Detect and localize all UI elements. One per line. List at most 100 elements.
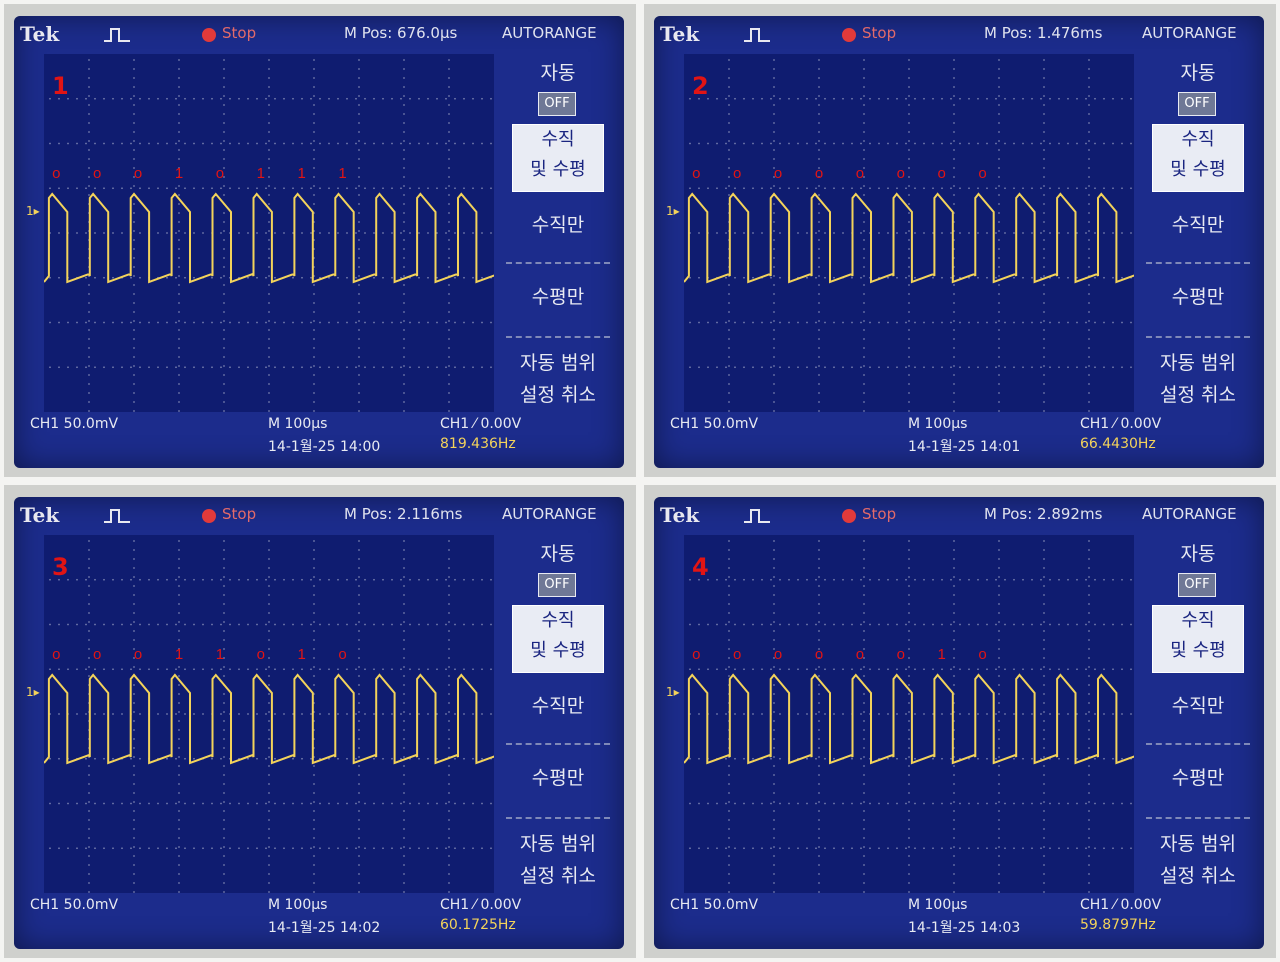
bit-annotation: 1 xyxy=(298,165,306,182)
auto-off-button[interactable]: OFF xyxy=(1178,573,1216,597)
graticule-dot xyxy=(268,95,270,97)
graticule-dot xyxy=(76,847,78,850)
graticule-dot xyxy=(1088,374,1090,376)
graticule-dot xyxy=(953,792,955,794)
graticule-dot xyxy=(797,366,799,369)
graticule-dot xyxy=(818,738,820,740)
graticule-dot xyxy=(905,578,907,581)
horizontal-only-button[interactable]: 수평만 xyxy=(498,767,618,789)
vertical-only-button[interactable]: 수직만 xyxy=(498,214,618,236)
graticule-dot xyxy=(403,855,405,857)
graticule-dot xyxy=(130,187,132,190)
graticule-dot xyxy=(448,846,450,848)
graticule-dot xyxy=(223,284,225,286)
graticule-dot xyxy=(409,187,411,190)
status-bar: Tek Stop M Pos: 1.476ms AUTORANGE xyxy=(654,16,1264,54)
graticule-dot xyxy=(1067,321,1069,324)
graticule-dot xyxy=(178,828,180,830)
graticule-dot xyxy=(448,158,450,160)
graticule-dot xyxy=(403,221,405,223)
graticule-dot xyxy=(112,321,114,324)
graticule-dot xyxy=(977,232,979,234)
graticule-dot xyxy=(202,232,204,234)
graticule-dot xyxy=(121,623,123,626)
graticule-dot xyxy=(779,847,781,850)
cancel-setting-button[interactable]: 설정 취소 xyxy=(1138,865,1258,887)
graticule-dot xyxy=(1076,366,1078,369)
graticule-dot xyxy=(1043,783,1045,785)
horizontal-only-button[interactable]: 수평만 xyxy=(1138,767,1258,789)
graticule-dot xyxy=(382,321,384,324)
auto-off-button[interactable]: OFF xyxy=(1178,92,1216,116)
graticule-dot xyxy=(310,97,312,100)
vertical-and-horizontal-button[interactable]: 수직 및 수평 xyxy=(512,124,604,192)
bit-annotation: o xyxy=(733,165,741,182)
graticule-dot xyxy=(995,142,997,145)
graticule-dot xyxy=(313,657,315,659)
graticule-dot xyxy=(133,329,135,331)
graticule-dot xyxy=(403,194,405,196)
cancel-setting-button[interactable]: 설정 취소 xyxy=(498,384,618,406)
vertical-only-button[interactable]: 수직만 xyxy=(1138,214,1258,236)
auto-off-button[interactable]: OFF xyxy=(538,92,576,116)
graticule-dot xyxy=(842,366,844,369)
graticule-dot xyxy=(220,366,222,369)
graticule-dot xyxy=(1088,86,1090,88)
graticule-dot xyxy=(728,293,730,295)
autorange-setting-button[interactable]: 자동 범위 xyxy=(1138,833,1258,855)
graticule-dot xyxy=(998,77,1000,79)
graticule-dot xyxy=(247,276,249,279)
graticule-dot xyxy=(268,873,270,875)
graticule-dot xyxy=(1085,802,1087,805)
horizontal-only-button[interactable]: 수평만 xyxy=(498,286,618,308)
vertical-only-button[interactable]: 수직만 xyxy=(1138,695,1258,717)
graticule-dot xyxy=(998,248,1000,250)
graticule-dot xyxy=(878,97,880,100)
graticule-dot xyxy=(908,693,910,695)
graticule-dot xyxy=(914,321,916,324)
graticule-dot xyxy=(223,302,225,304)
graticule-dot xyxy=(358,846,360,848)
autorange-setting-button[interactable]: 자동 범위 xyxy=(498,833,618,855)
vertical-and-horizontal-button[interactable]: 수직 및 수평 xyxy=(1152,124,1244,192)
graticule-dot xyxy=(268,302,270,304)
graticule-dot xyxy=(178,801,180,803)
graticule-dot xyxy=(211,668,213,671)
vertical-only-button[interactable]: 수직만 xyxy=(498,695,618,717)
vertical-and-horizontal-button[interactable]: 수직 및 수평 xyxy=(1152,605,1244,673)
graticule-dot xyxy=(88,675,90,677)
auto-off-button[interactable]: OFF xyxy=(538,573,576,597)
graticule-dot xyxy=(1013,142,1015,145)
autorange-setting-button[interactable]: 자동 범위 xyxy=(1138,352,1258,374)
trigger-icon xyxy=(742,507,772,529)
graticule-dot xyxy=(88,158,90,160)
graticule-dot xyxy=(1058,713,1060,715)
graticule-dot xyxy=(1043,284,1045,286)
cancel-setting-button[interactable]: 설정 취소 xyxy=(498,865,618,887)
graticule-dot xyxy=(223,639,225,641)
graticule-dot xyxy=(998,594,1000,596)
graticule-dot xyxy=(863,567,865,569)
menu-divider xyxy=(506,336,610,338)
graticule-dot xyxy=(313,383,315,385)
graticule-dot xyxy=(283,142,285,145)
graticule-dot xyxy=(728,612,730,614)
graticule-dot xyxy=(998,612,1000,614)
graticule-dot xyxy=(313,329,315,331)
menu-auto-label: 자동 xyxy=(540,62,576,84)
vertical-and-horizontal-button[interactable]: 수직 및 수평 xyxy=(512,605,604,673)
graticule-dot xyxy=(953,882,955,884)
graticule-dot xyxy=(968,578,970,581)
horizontal-only-button[interactable]: 수평만 xyxy=(1138,286,1258,308)
autorange-setting-button[interactable]: 자동 범위 xyxy=(498,352,618,374)
graticule-dot xyxy=(133,810,135,812)
graticule-dot xyxy=(953,855,955,857)
graticule-dot xyxy=(409,142,411,145)
cancel-setting-button[interactable]: 설정 취소 xyxy=(1138,384,1258,406)
graticule-dot xyxy=(409,578,411,581)
frequency-readout: 59.8797Hz xyxy=(1080,917,1156,933)
graticule-dot xyxy=(797,668,799,671)
graticule-dot xyxy=(851,847,853,850)
graticule-dot xyxy=(313,864,315,866)
graticule-dot xyxy=(274,578,276,581)
